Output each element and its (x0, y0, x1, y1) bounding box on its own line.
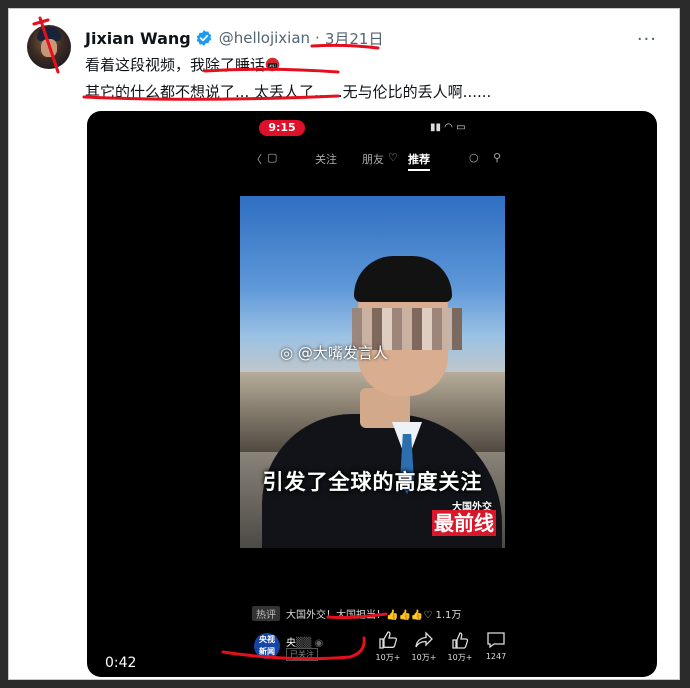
action-comment[interactable]: 1247 (479, 631, 513, 661)
video-frame: ◎ @大嘴发言人 引发了全球的高度关注 大国外交 最前线 (240, 196, 505, 548)
tweet-text-line1-content: 看着这段视频，我除了睡话 (85, 56, 266, 74)
comment-count: 1247 (485, 652, 507, 661)
tweet-header: Jixian Wang @hellojixian · 3月21日 (85, 27, 383, 49)
search-icon: ○ (469, 151, 479, 164)
hot-comment: 热评 大国外交！大国担当！👍👍👍♡ 1.1万 (252, 606, 461, 621)
author-name[interactable]: Jixian Wang (85, 29, 191, 48)
weibo-watermark: ◎ @大嘴发言人 (280, 342, 388, 363)
author-handle[interactable]: @hellojixian (219, 29, 310, 47)
verified-badge-icon (196, 30, 211, 46)
more-options-icon[interactable]: ··· (637, 29, 657, 50)
back-chevron-icon: 〈 (251, 153, 262, 166)
tweet-text-line1: 看着这段视频，我除了睡话 #$! (85, 54, 280, 75)
like-icon (452, 632, 469, 649)
heart-outline-icon: ♡ (388, 151, 398, 164)
avatar[interactable] (27, 25, 71, 69)
hot-comment-text: 大国外交！大国担当！👍👍👍♡ 1.1万 (286, 610, 462, 621)
nav-follow: 关注 (315, 153, 337, 166)
app-top-nav: 〈 ▢ 关注 朋友 ♡ 推荐 ○ ⚲ (245, 151, 505, 171)
action-share[interactable]: 10万+ (407, 631, 441, 663)
tweet-card: Jixian Wang @hellojixian · 3月21日 ··· 看着这… (8, 8, 680, 680)
account-name: 央▒▒ ◉ (286, 634, 323, 649)
account-followed-badge: 已关注 (286, 648, 318, 661)
action-like[interactable]: 10万+ (443, 631, 477, 663)
comment-icon (487, 632, 505, 649)
share-icon (415, 631, 433, 648)
phone-status-icons: ▮▮ ◠ ▭ (430, 122, 466, 133)
program-logo-line2: 最前线 (432, 510, 496, 536)
nav-recommend: 推荐 (408, 151, 430, 171)
angry-face-with-symbols-icon: #$! (265, 57, 280, 72)
speaker-hair (354, 256, 452, 302)
video-caption: 引发了全球的高度关注 (262, 470, 483, 494)
embedded-video[interactable]: 9:15 ▮▮ ◠ ▭ 〈 ▢ 关注 朋友 ♡ 推荐 ○ ⚲ ◎ @大嘴发言人 … (87, 111, 657, 677)
separator-dot: · (315, 29, 320, 47)
phone-status-time: 9:15 (259, 120, 305, 136)
screen-icon: ▢ (267, 151, 278, 164)
weibo-watermark-text: @大嘴发言人 (297, 344, 388, 362)
share-count: 10万+ (411, 653, 437, 662)
program-logo: 大国外交 最前线 (428, 496, 498, 542)
like-count: 10万+ (447, 653, 473, 662)
cctv-logo-bottom: 新闻 (259, 647, 275, 656)
profile-icon: ⚲ (493, 151, 502, 164)
tweet-text-line2: 其它的什么都不想说了... 太丢人了......无与伦比的丢人啊...... (85, 83, 492, 101)
video-duration: 0:42 (105, 655, 137, 671)
thumb-up-count: 10万+ (375, 653, 401, 662)
thumb-up-icon (379, 631, 398, 649)
avatar-face (41, 39, 57, 57)
cctv-news-logo: 央视 新闻 (254, 633, 280, 659)
nav-friends: 朋友 (362, 153, 384, 166)
hot-comment-tag: 热评 (252, 606, 280, 621)
cctv-logo-top: 央视 (259, 635, 275, 644)
weibo-icon: ◎ (280, 344, 298, 362)
action-thumb-up[interactable]: 10万+ (371, 631, 405, 663)
svg-text:#$!: #$! (269, 64, 276, 68)
tweet-date[interactable]: 3月21日 (325, 28, 384, 49)
